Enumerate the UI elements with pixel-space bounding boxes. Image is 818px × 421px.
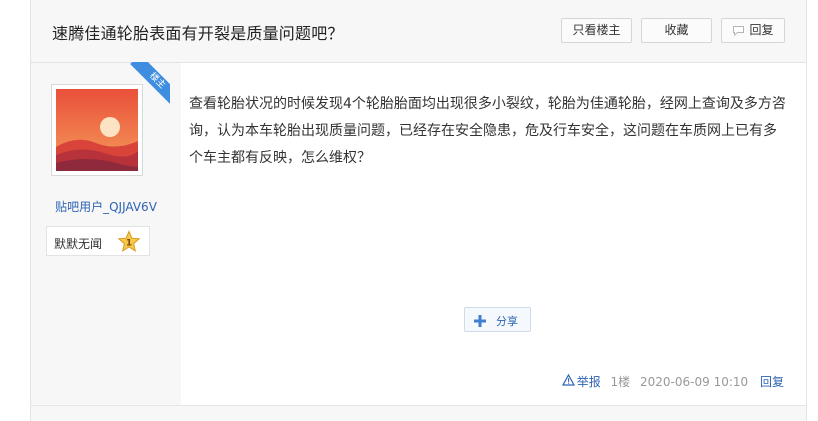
reply-button[interactable]: 回复 [721, 18, 785, 43]
author-level: 默默无闻 1 [46, 226, 150, 256]
star-icon: 1 [117, 230, 141, 257]
thread-header: 速腾佳通轮胎表面有开裂是质量问题吧？ 只看楼主 收藏 回复 [31, 0, 806, 63]
report-link[interactable]: 举报 [561, 373, 605, 389]
only-op-button[interactable]: 只看楼主 [561, 18, 632, 43]
share-button[interactable]: 分享 [464, 307, 531, 332]
level-number: 1 [126, 239, 132, 249]
author-panel: 楼主 贴吧用户_QJJAV6V 默默无闻 1 [31, 62, 181, 406]
author-username[interactable]: 贴吧用户_QJJAV6V [31, 198, 181, 215]
floor-number: 1楼 [610, 375, 631, 389]
post-reply-link[interactable]: 回复 [760, 375, 784, 389]
report-label: 举报 [576, 375, 601, 389]
post-content: 查看轮胎状况的时候发现4个轮胎胎面均出现很多小裂纹，轮胎为佳通轮胎，经网上查询及… [189, 96, 786, 166]
frame-border-right [806, 0, 807, 421]
sunset-avatar-image [56, 89, 138, 171]
op-badge-label: 楼主 [130, 62, 170, 104]
thread-title: 速腾佳通轮胎表面有开裂是质量问题吧？ [52, 24, 344, 43]
reply-button-label: 回复 [749, 23, 774, 37]
post-body: 查看轮胎状况的时候发现4个轮胎胎面均出现很多小裂纹，轮胎为佳通轮胎，经网上查询及… [181, 63, 806, 406]
plus-icon [473, 313, 487, 332]
level-name: 默默无闻 [54, 237, 103, 251]
op-badge: 楼主 [128, 62, 170, 104]
warning-triangle-icon [561, 373, 575, 389]
speech-bubble-icon [732, 21, 745, 44]
share-label: 分享 [496, 315, 518, 328]
next-post-area [31, 406, 806, 421]
post-timestamp: 2020-06-09 10:10 [640, 374, 749, 389]
favorite-button[interactable]: 收藏 [641, 18, 712, 43]
post-tail: 举报 1楼 2020-06-09 10:10 回复 [561, 373, 784, 390]
